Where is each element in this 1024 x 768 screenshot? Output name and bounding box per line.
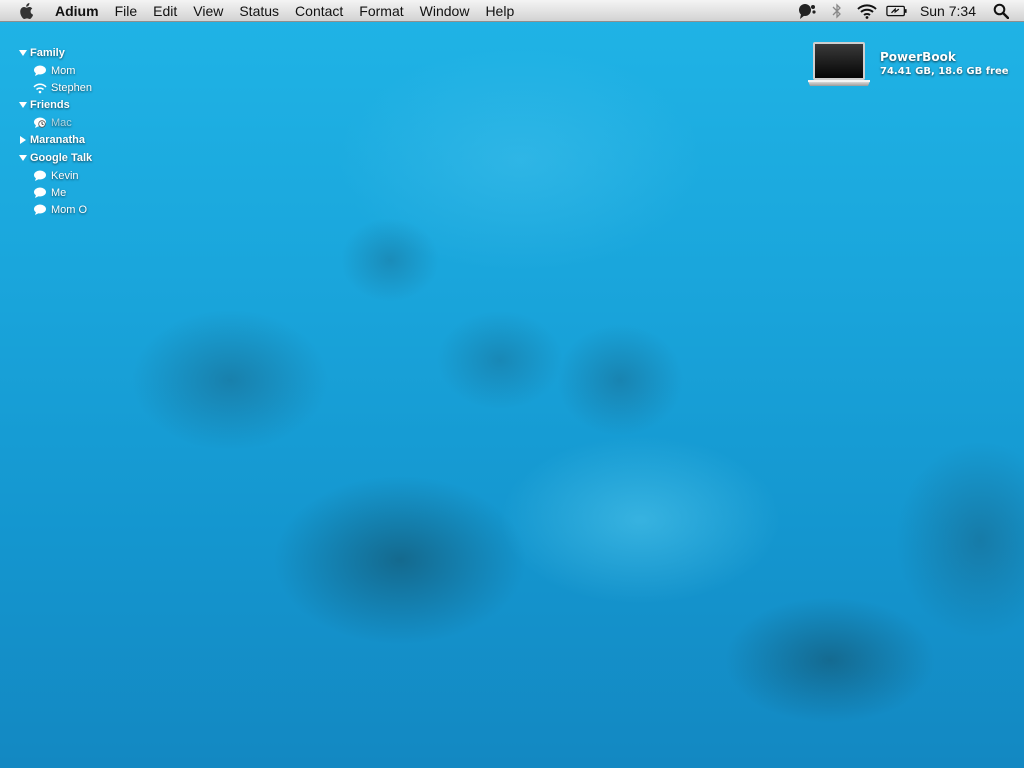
contact-kevin[interactable]: Kevin	[18, 167, 178, 184]
menu-edit[interactable]: Edit	[145, 0, 185, 22]
battery-icon[interactable]	[886, 0, 908, 22]
disclosure-triangle-down-icon[interactable]	[18, 100, 28, 110]
adium-status-icon[interactable]	[796, 0, 818, 22]
group-label: Friends	[30, 99, 70, 111]
drive-info: 74.41 GB, 18.6 GB free	[880, 66, 1009, 77]
contact-label: Stephen	[51, 81, 92, 94]
contact-mac[interactable]: Mac	[18, 114, 178, 131]
menu-format[interactable]: Format	[351, 0, 411, 22]
contact-stephen[interactable]: Stephen	[18, 79, 178, 96]
group-google-talk[interactable]: Google Talk	[18, 149, 178, 167]
disclosure-triangle-right-icon[interactable]	[18, 135, 28, 145]
menu-clock[interactable]: Sun 7:34	[912, 0, 986, 22]
menu-view[interactable]: View	[185, 0, 231, 22]
spotlight-icon[interactable]	[990, 0, 1012, 22]
contact-label: Mom	[51, 64, 76, 77]
speech-bubble-icon	[32, 186, 48, 200]
bluetooth-icon[interactable]	[826, 0, 848, 22]
group-family[interactable]: Family	[18, 44, 178, 62]
menu-contact[interactable]: Contact	[287, 0, 351, 22]
menu-status[interactable]: Status	[231, 0, 287, 22]
contact-mom[interactable]: Mom	[18, 62, 178, 79]
desktop-drive-powerbook[interactable]: PowerBook 74.41 GB, 18.6 GB free	[806, 40, 1009, 88]
contact-label: Mom O	[51, 203, 88, 216]
menu-adium[interactable]: Adium	[47, 0, 107, 22]
drive-name: PowerBook	[880, 50, 956, 64]
disclosure-triangle-down-icon[interactable]	[18, 153, 28, 163]
contact-mom-o[interactable]: Mom O	[18, 201, 178, 218]
menu-window[interactable]: Window	[412, 0, 478, 22]
drive-label: PowerBook 74.41 GB, 18.6 GB free	[880, 49, 1009, 79]
speech-bubble-icon	[32, 203, 48, 217]
menu-bar: Adium File Edit View Status Contact Form…	[0, 0, 1024, 22]
menu-file[interactable]: File	[107, 0, 146, 22]
laptop-drive-icon[interactable]	[806, 40, 872, 88]
idle-clock-icon	[32, 116, 48, 130]
group-label: Family	[30, 47, 65, 59]
contact-me[interactable]: Me	[18, 184, 178, 201]
wifi-icon	[32, 81, 48, 95]
speech-bubble-icon	[32, 169, 48, 183]
contact-label: Me	[51, 186, 67, 199]
menu-help[interactable]: Help	[477, 0, 522, 22]
group-friends[interactable]: Friends	[18, 96, 178, 114]
apple-icon[interactable]	[15, 0, 37, 22]
group-maranatha[interactable]: Maranatha	[18, 131, 178, 149]
wifi-icon[interactable]	[856, 0, 878, 22]
contact-label: Mac	[51, 116, 72, 129]
group-label: Maranatha	[30, 134, 86, 146]
speech-bubble-icon	[32, 64, 48, 78]
menu-extras: Sun 7:34	[792, 0, 1024, 22]
adium-contact-list: Family Mom Stephen Friends Mac Maranatha…	[18, 44, 178, 218]
disclosure-triangle-down-icon[interactable]	[18, 48, 28, 58]
group-label: Google Talk	[30, 152, 93, 164]
contact-label: Kevin	[51, 169, 79, 182]
